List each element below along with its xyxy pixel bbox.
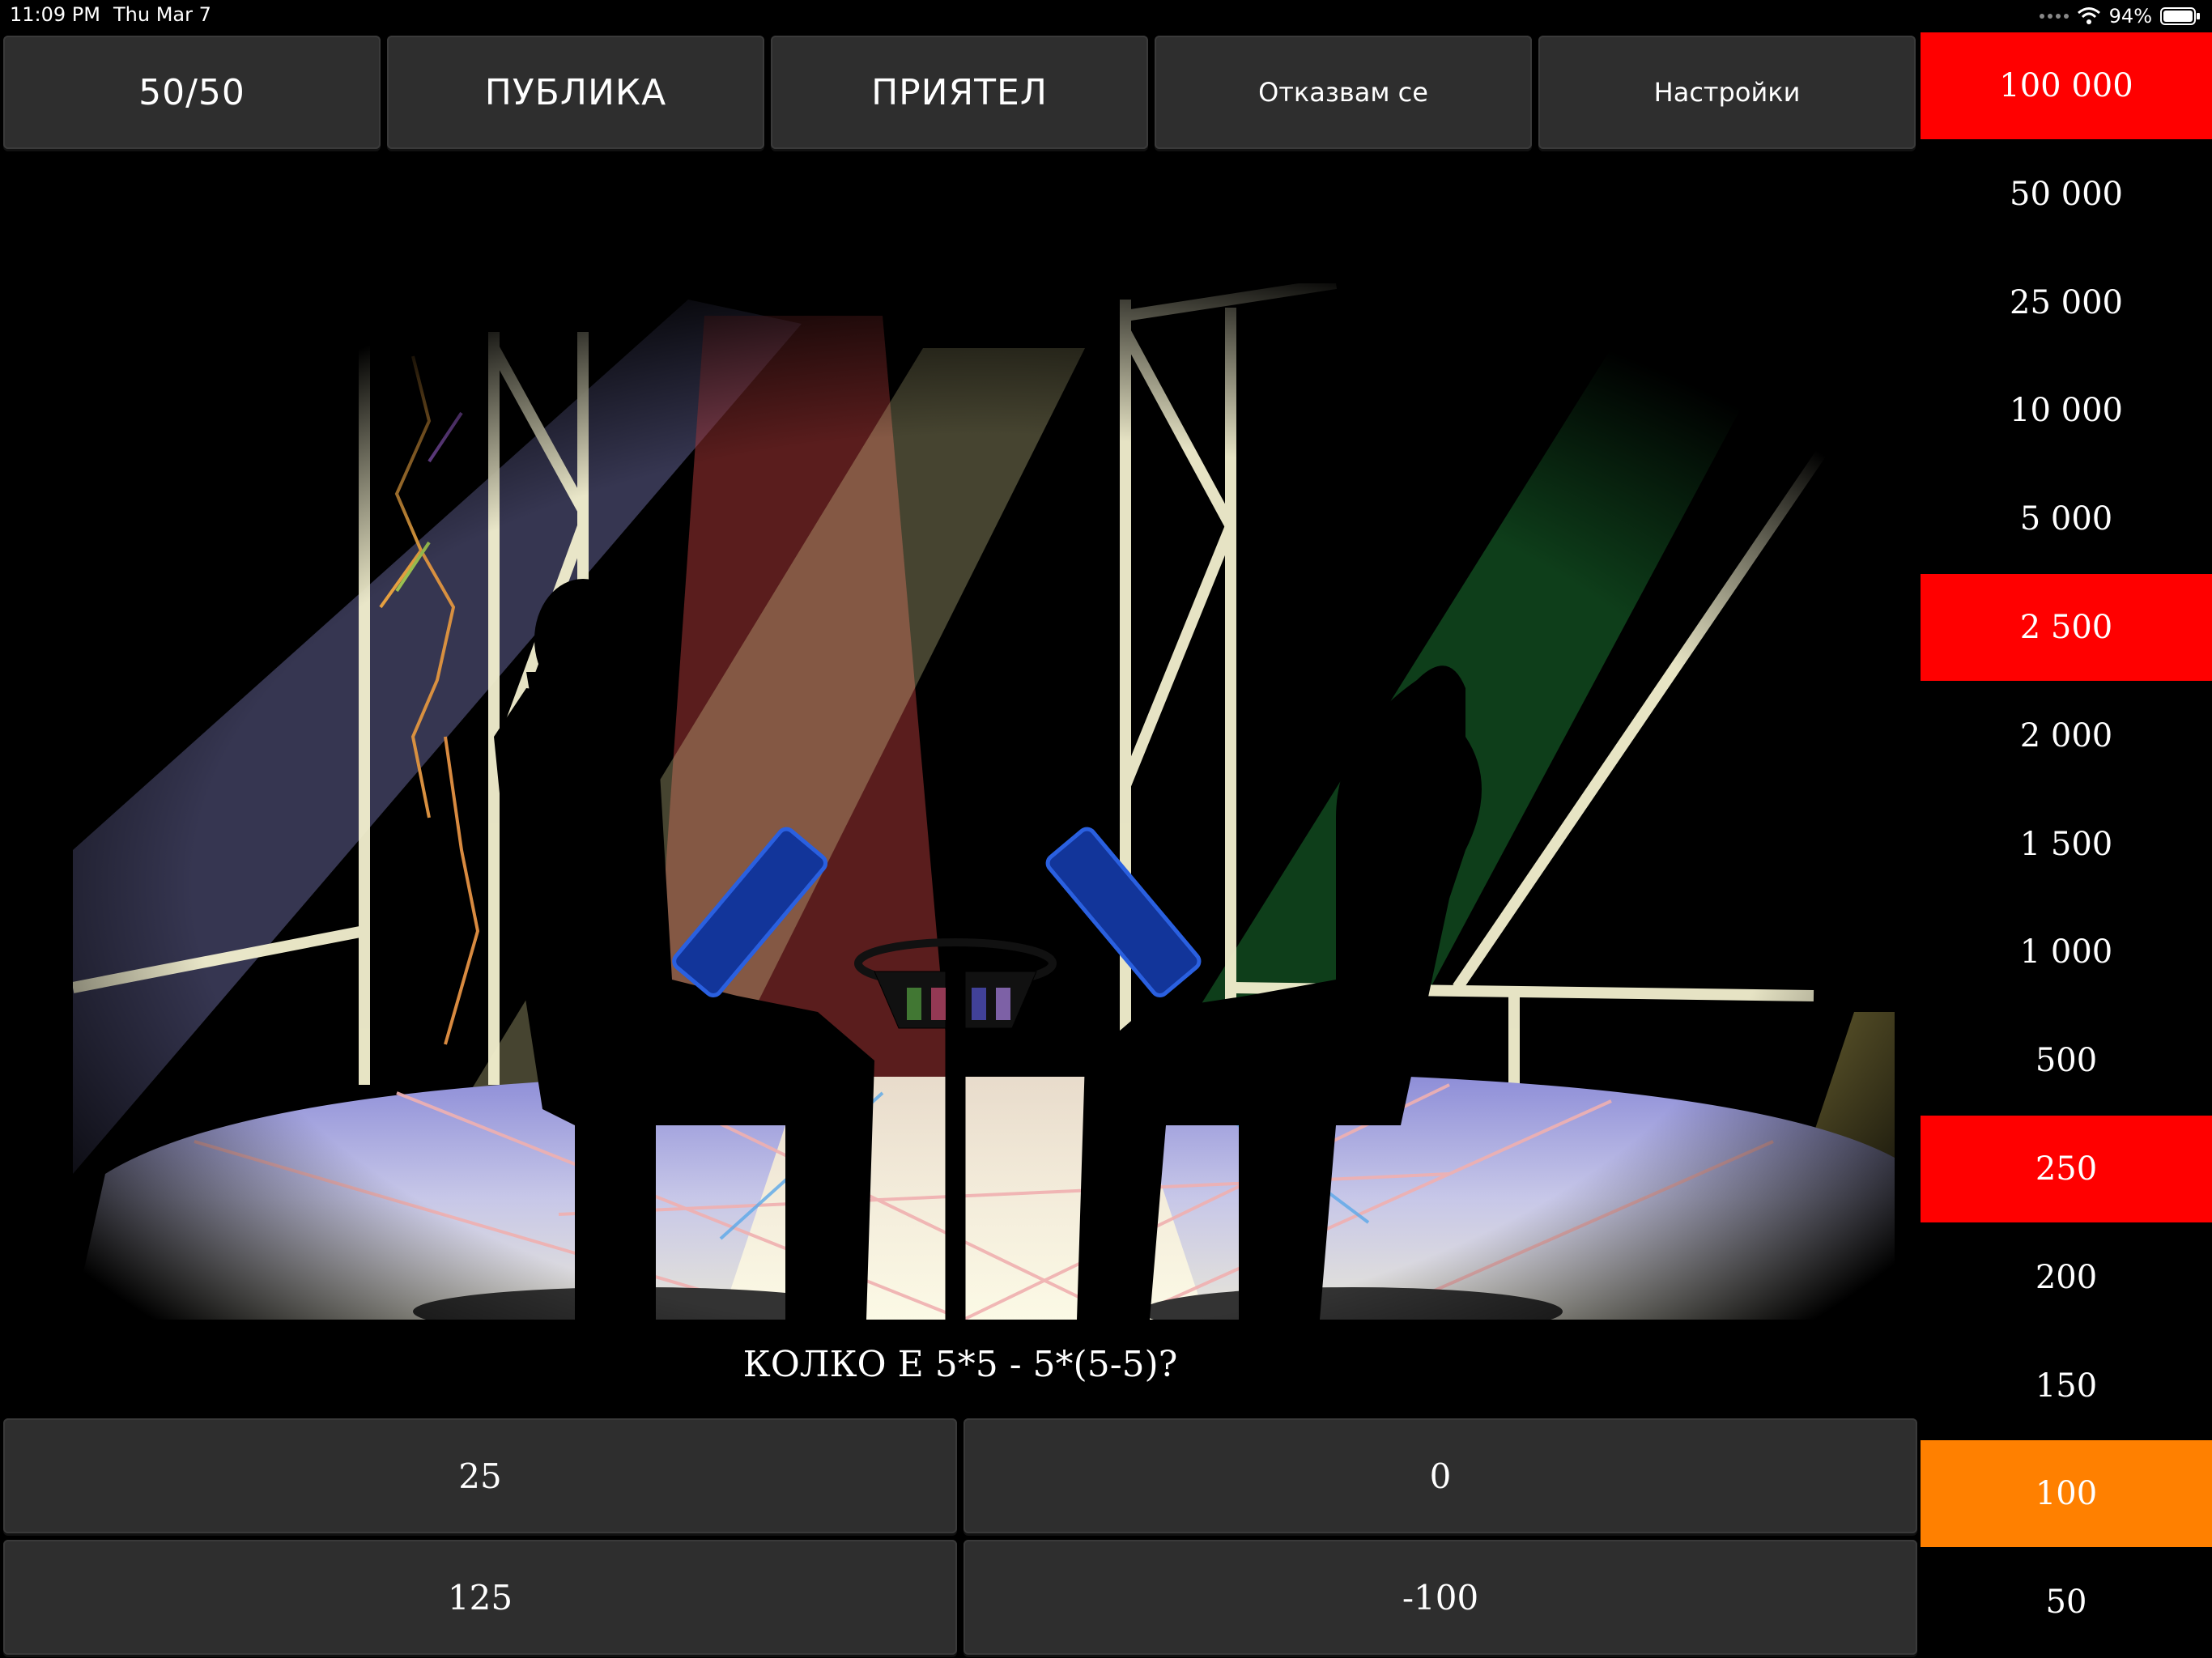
phone-friend-button[interactable]: ПРИЯТЕЛ [771, 36, 1148, 149]
settings-button[interactable]: Настройки [1538, 36, 1916, 149]
battery-icon [2160, 7, 2200, 25]
prize-level-6: 2 000 [2019, 717, 2113, 755]
wifi-icon [2077, 7, 2100, 24]
answer-c-button[interactable]: 125 [3, 1540, 957, 1655]
status-time: 11:09 PM [10, 3, 100, 26]
fifty-fifty-button[interactable]: 50/50 [3, 36, 381, 149]
status-indicators: 94% [2039, 3, 2201, 29]
answer-d-button[interactable]: -100 [963, 1540, 1917, 1655]
prize-level-5: 2 500 [1921, 574, 2212, 681]
game-screen: 11:09 PM Thu Mar 7 94% 50/50 ПУБЛИКА ПРИ… [0, 0, 2212, 1658]
answer-a-button[interactable]: 25 [3, 1418, 957, 1533]
prize-level-1: 50 000 [2010, 176, 2123, 213]
prize-ladder: 100 000 50 000 25 000 10 000 5 000 2 500 2 000… [1921, 32, 2212, 1658]
walk-away-button[interactable]: Отказвам се [1155, 36, 1532, 149]
prize-level-12: 150 [2035, 1367, 2098, 1405]
studio-stage-illustration [73, 283, 1895, 1320]
answer-b-button[interactable]: 0 [963, 1418, 1917, 1533]
prize-level-7: 1 500 [2019, 826, 2113, 863]
prize-level-0: 100 000 [1921, 32, 2212, 139]
prize-level-13: 100 [1921, 1440, 2212, 1547]
prize-level-14: 50 [2045, 1584, 2087, 1621]
prize-level-2: 25 000 [2010, 284, 2123, 321]
question-text: КОЛКО Е 5*5 - 5*(5-5)? [742, 1343, 1178, 1385]
prize-level-9: 500 [2035, 1042, 2098, 1079]
status-date: Thu Mar 7 [113, 3, 211, 26]
prize-level-11: 200 [2035, 1259, 2098, 1296]
battery-percent: 94% [2108, 5, 2152, 28]
ask-audience-button[interactable]: ПУБЛИКА [387, 36, 764, 149]
prize-level-4: 5 000 [2019, 500, 2113, 538]
cellular-signal-icon [2039, 14, 2069, 19]
status-bar: 11:09 PM Thu Mar 7 94% [0, 0, 2212, 32]
prize-level-8: 1 000 [2019, 933, 2113, 971]
prize-level-3: 10 000 [2010, 392, 2123, 429]
prize-level-10: 250 [1921, 1116, 2212, 1222]
